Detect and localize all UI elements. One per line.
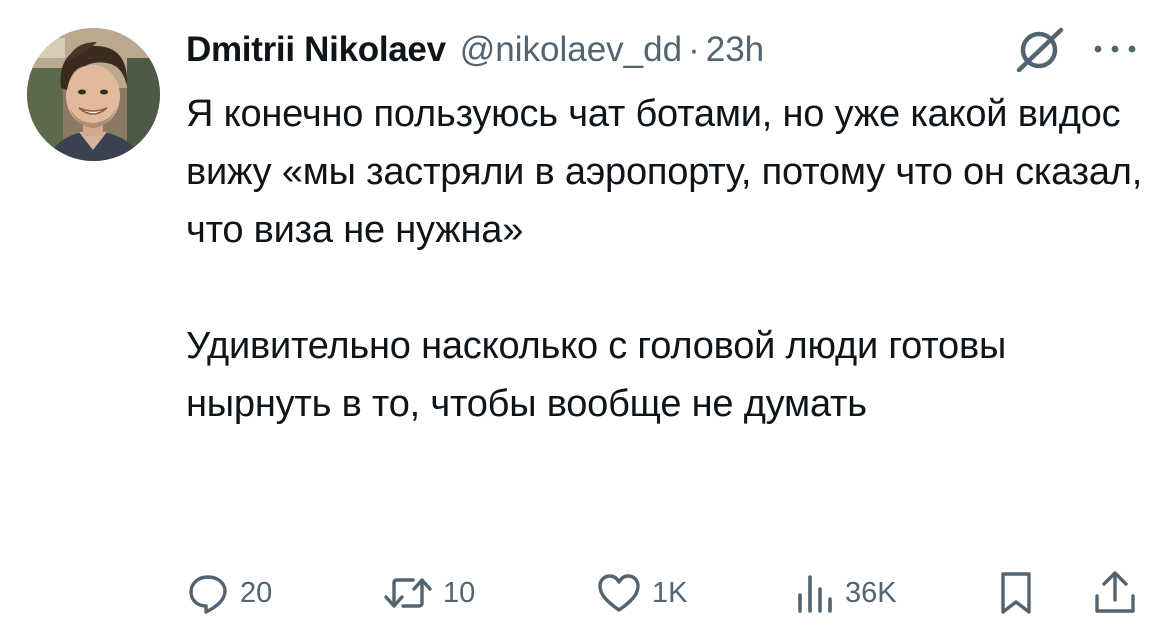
timestamp[interactable]: 23h — [706, 30, 764, 70]
author-handle[interactable]: @nikolaev_dd — [460, 30, 682, 70]
reply-button[interactable]: 20 — [186, 565, 272, 621]
share-icon — [1093, 570, 1137, 616]
views-icon — [795, 571, 835, 615]
tweet-paragraph: Я конечно пользуюсь чат ботами, но уже к… — [186, 93, 1143, 251]
bookmark-button[interactable] — [998, 565, 1034, 621]
repost-button[interactable]: 10 — [383, 565, 475, 621]
repost-count: 10 — [443, 576, 476, 609]
author-name[interactable]: Dmitrii Nikolaev — [186, 30, 446, 70]
tweet-paragraph: Удивительно насколько с головой люди гот… — [186, 325, 1007, 425]
views-button[interactable]: 36K — [795, 565, 897, 621]
reply-icon — [186, 571, 230, 615]
views-count: 36K — [845, 576, 897, 609]
reply-count: 20 — [240, 576, 273, 609]
like-icon — [596, 572, 642, 614]
tweet-header: Dmitrii Nikolaev @nikolaev_dd · 23h — [186, 26, 764, 74]
like-button[interactable]: 1K — [596, 565, 687, 621]
bookmark-icon — [998, 570, 1034, 616]
separator-dot: · — [688, 30, 700, 69]
avatar[interactable] — [27, 28, 160, 161]
more-icon[interactable] — [1092, 40, 1138, 58]
share-button[interactable] — [1093, 565, 1137, 621]
tweet-text: Я конечно пользуюсь чат ботами, но уже к… — [186, 85, 1156, 433]
like-count: 1K — [652, 576, 688, 609]
action-bar: 20 10 1K 36K — [0, 565, 1170, 621]
repost-icon — [383, 571, 433, 615]
grok-icon[interactable] — [1013, 26, 1065, 72]
avatar-image — [27, 28, 160, 161]
